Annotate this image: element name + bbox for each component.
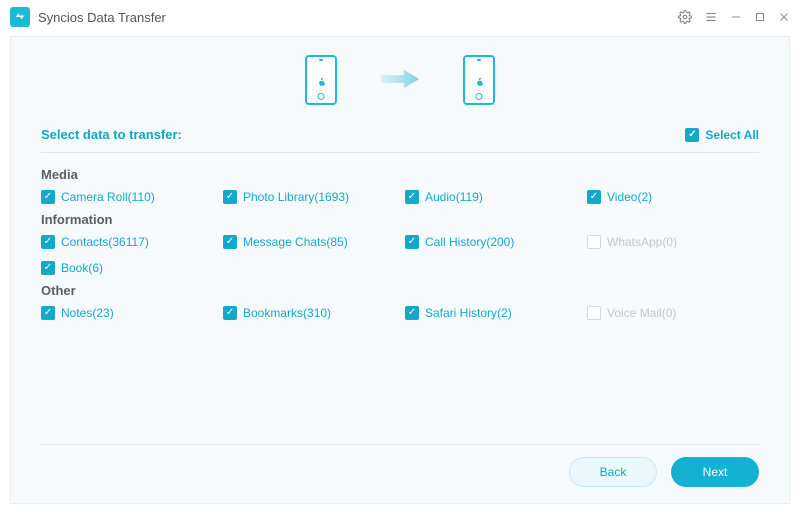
checkbox-icon: ✓	[41, 190, 55, 204]
item-label: Video(2)	[607, 190, 652, 204]
close-button[interactable]	[778, 11, 790, 23]
item-contacts[interactable]: ✓ Contacts(36117)	[41, 235, 213, 249]
checkbox-icon: ✓	[685, 128, 699, 142]
item-label: Camera Roll(110)	[61, 190, 155, 204]
item-label: Contacts(36117)	[61, 235, 149, 249]
select-all-label: Select All	[705, 128, 759, 142]
item-label: Voice Mail(0)	[607, 306, 676, 320]
item-safari-history[interactable]: ✓ Safari History(2)	[405, 306, 577, 320]
main-panel: Select data to transfer: ✓ Select All Me…	[10, 36, 790, 504]
back-button[interactable]: Back	[569, 457, 657, 487]
item-video[interactable]: ✓ Video(2)	[587, 190, 759, 204]
maximize-button[interactable]	[754, 11, 766, 23]
app-title: Syncios Data Transfer	[38, 10, 166, 25]
item-label: Message Chats(85)	[243, 235, 348, 249]
section-title-information: Information	[41, 212, 759, 227]
checkbox-icon: ✓	[223, 235, 237, 249]
title-bar: Syncios Data Transfer	[0, 0, 800, 34]
device-transfer-graphic	[41, 51, 759, 119]
target-device-icon	[463, 55, 495, 105]
settings-icon[interactable]	[678, 10, 692, 24]
footer: Back Next	[41, 444, 759, 487]
item-voice-mail: Voice Mail(0)	[587, 306, 759, 320]
window-controls	[678, 10, 790, 24]
item-audio[interactable]: ✓ Audio(119)	[405, 190, 577, 204]
item-photo-library[interactable]: ✓ Photo Library(1693)	[223, 190, 395, 204]
item-label: Notes(23)	[61, 306, 114, 320]
item-label: Audio(119)	[425, 190, 483, 204]
item-label: Photo Library(1693)	[243, 190, 349, 204]
other-grid: ✓ Notes(23) ✓ Bookmarks(310) ✓ Safari Histo…	[41, 306, 759, 320]
checkbox-icon: ✓	[223, 190, 237, 204]
select-header-row: Select data to transfer: ✓ Select All	[41, 119, 759, 150]
checkbox-icon: ✓	[223, 306, 237, 320]
item-label: WhatsApp(0)	[607, 235, 677, 249]
select-all-checkbox[interactable]: ✓ Select All	[685, 128, 759, 142]
item-whatsapp: WhatsApp(0)	[587, 235, 759, 249]
item-label: Call History(200)	[425, 235, 514, 249]
item-notes[interactable]: ✓ Notes(23)	[41, 306, 213, 320]
select-title: Select data to transfer:	[41, 127, 182, 142]
app-logo	[10, 7, 30, 27]
next-button[interactable]: Next	[671, 457, 759, 487]
divider	[41, 152, 759, 153]
section-title-media: Media	[41, 167, 759, 182]
checkbox-icon: ✓	[587, 190, 601, 204]
menu-icon[interactable]	[704, 10, 718, 24]
source-device-icon	[305, 55, 337, 105]
item-label: Book(6)	[61, 261, 103, 275]
minimize-button[interactable]	[730, 11, 742, 23]
item-label: Safari History(2)	[425, 306, 512, 320]
checkbox-icon	[587, 235, 601, 249]
checkbox-icon	[587, 306, 601, 320]
section-title-other: Other	[41, 283, 759, 298]
item-book[interactable]: ✓ Book(6)	[41, 261, 213, 275]
checkbox-icon: ✓	[405, 190, 419, 204]
item-message-chats[interactable]: ✓ Message Chats(85)	[223, 235, 395, 249]
checkbox-icon: ✓	[41, 261, 55, 275]
transfer-arrow-icon	[377, 64, 423, 97]
checkbox-icon: ✓	[41, 235, 55, 249]
item-label: Bookmarks(310)	[243, 306, 331, 320]
checkbox-icon: ✓	[405, 306, 419, 320]
item-camera-roll[interactable]: ✓ Camera Roll(110)	[41, 190, 213, 204]
information-grid: ✓ Contacts(36117) ✓ Message Chats(85) ✓ Cal…	[41, 235, 759, 275]
item-call-history[interactable]: ✓ Call History(200)	[405, 235, 577, 249]
media-grid: ✓ Camera Roll(110) ✓ Photo Library(1693) ✓…	[41, 190, 759, 204]
checkbox-icon: ✓	[41, 306, 55, 320]
checkbox-icon: ✓	[405, 235, 419, 249]
item-bookmarks[interactable]: ✓ Bookmarks(310)	[223, 306, 395, 320]
